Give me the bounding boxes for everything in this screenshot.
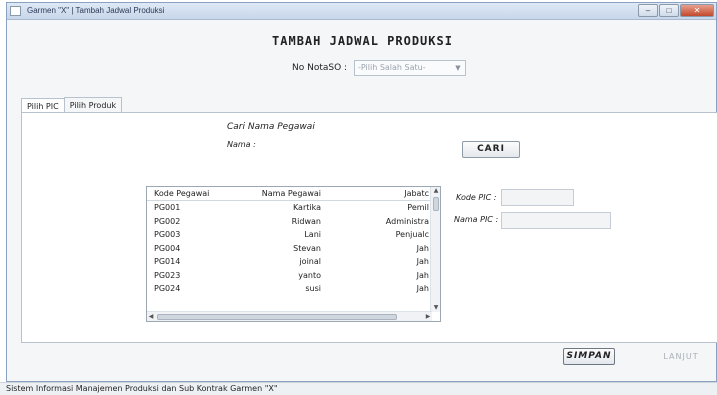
table-header: Kode Pegawai Nama Pegawai Jabatc xyxy=(147,187,440,201)
scroll-down-icon[interactable]: ▼ xyxy=(431,304,440,312)
chevron-down-icon[interactable]: ▼ xyxy=(453,63,463,73)
search-name-label: Nama : xyxy=(227,140,256,149)
table-row[interactable]: PG003 Lani Penjualc xyxy=(147,228,440,242)
employee-table[interactable]: Kode Pegawai Nama Pegawai Jabatc PG001 K… xyxy=(146,186,441,322)
maximize-icon[interactable]: □ xyxy=(659,4,679,17)
cell-kode: PG004 xyxy=(154,243,181,253)
lanjut-button[interactable]: LANJUT xyxy=(655,348,707,365)
close-icon[interactable]: ✕ xyxy=(680,4,714,17)
table-row[interactable]: PG023 yanto Jah xyxy=(147,269,440,283)
vertical-scrollbar[interactable]: ▲ ▼ xyxy=(430,187,440,312)
cell-jabatan: Administra xyxy=(385,216,429,226)
kode-pic-field[interactable] xyxy=(501,189,574,206)
cell-nama: Kartika xyxy=(292,203,321,212)
scroll-right-icon[interactable]: ▶ xyxy=(424,312,432,321)
cell-kode: PG003 xyxy=(154,230,181,239)
cell-jabatan: Pemil xyxy=(407,203,429,212)
cell-jabatan: Jah xyxy=(416,270,429,280)
horizontal-scroll-thumb[interactable] xyxy=(157,314,397,320)
cell-kode: PG024 xyxy=(154,284,181,293)
title-bar[interactable]: Garmen "X" | Tambah Jadwal Produksi – □ … xyxy=(7,3,716,20)
column-header-nama[interactable]: Nama Pegawai xyxy=(235,187,325,200)
app-window: Garmen "X" | Tambah Jadwal Produksi – □ … xyxy=(6,2,717,382)
table-row[interactable]: PG001 Kartika Pemil xyxy=(147,201,440,215)
window-title: Garmen "X" | Tambah Jadwal Produksi xyxy=(27,6,165,15)
tab-pilih-produk[interactable]: Pilih Produk xyxy=(63,97,123,113)
nota-so-select-value: -Pilih Salah Satu- xyxy=(358,63,426,72)
cell-nama: susi xyxy=(305,284,321,293)
cell-jabatan: Penjualc xyxy=(395,230,429,239)
table-row[interactable]: PG014 joinal Jah xyxy=(147,255,440,269)
nota-so-label: No NotaSO : xyxy=(292,63,348,73)
kode-pic-label: Kode PIC : xyxy=(456,193,497,202)
table-row[interactable]: PG004 Stevan Jah xyxy=(147,242,440,256)
column-header-kode[interactable]: Kode Pegawai xyxy=(147,187,235,200)
cell-nama: Stevan xyxy=(293,243,321,253)
cell-nama: Ridwan xyxy=(291,216,321,226)
window-controls: – □ ✕ xyxy=(638,4,714,17)
scroll-left-icon[interactable]: ◀ xyxy=(147,312,155,321)
column-header-jabatan[interactable]: Jabatc xyxy=(325,187,431,200)
cell-jabatan: Jah xyxy=(416,243,429,253)
page-title: TAMBAH JADWAL PRODUKSI xyxy=(272,34,453,48)
nota-so-select[interactable]: -Pilih Salah Satu- ▼ xyxy=(354,60,466,76)
cell-kode: PG001 xyxy=(154,203,181,212)
simpan-button[interactable]: SIMPAN xyxy=(563,348,615,365)
cell-nama: Lani xyxy=(304,230,321,239)
app-icon xyxy=(10,6,21,16)
cell-jabatan: Jah xyxy=(416,284,429,293)
status-text: Sistem Informasi Manajemen Produksi dan … xyxy=(6,384,278,393)
minimize-icon[interactable]: – xyxy=(638,4,658,17)
cell-nama: yanto xyxy=(298,270,321,280)
tab-bar: Pilih PIC Pilih Produk xyxy=(21,97,123,114)
search-caption: Cari Nama Pegawai xyxy=(227,122,315,132)
cell-kode: PG002 xyxy=(154,216,181,226)
scroll-up-icon[interactable]: ▲ xyxy=(431,187,440,195)
nama-pic-field[interactable] xyxy=(501,212,611,229)
vertical-scroll-thumb[interactable] xyxy=(433,197,439,211)
status-bar: Sistem Informasi Manajemen Produksi dan … xyxy=(0,382,717,395)
tab-panel-pilih-pic: Cari Nama Pegawai Nama : CARI Kode Pegaw… xyxy=(21,112,717,343)
horizontal-scrollbar[interactable]: ◀ ▶ xyxy=(147,311,432,321)
cell-jabatan: Jah xyxy=(416,257,429,266)
search-input[interactable] xyxy=(258,135,458,149)
table-row[interactable]: PG002 Ridwan Administra xyxy=(147,215,440,229)
nama-pic-label: Nama PIC : xyxy=(454,215,499,224)
cell-nama: joinal xyxy=(299,257,321,266)
table-row[interactable]: PG024 susi Jah xyxy=(147,282,440,296)
cari-button[interactable]: CARI xyxy=(462,141,520,158)
cell-kode: PG014 xyxy=(154,257,181,266)
cell-kode: PG023 xyxy=(154,270,181,280)
